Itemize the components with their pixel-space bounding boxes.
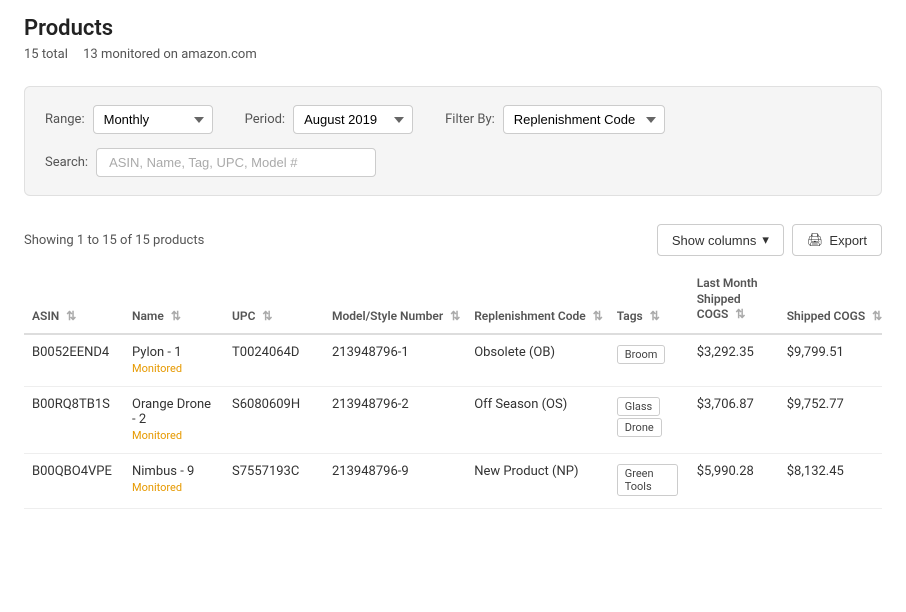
search-group: Search: <box>45 148 376 177</box>
filter-row-1: Range: Monthly Weekly Daily Period: Augu… <box>45 105 861 134</box>
cell-tags: Glass Drone <box>609 386 689 453</box>
export-label: Export <box>829 233 867 248</box>
sort-icon-last-month: ⇅ <box>735 307 743 323</box>
cell-replenishment: Obsolete (OB) <box>466 334 609 387</box>
table-row: B0052EEND4 Pylon - 1 Monitored T0024064D213… <box>24 334 882 387</box>
sort-icon-shipped-cogs: ⇅ <box>872 309 880 323</box>
page-subtitle: 15 total 13 monitored on amazon.com <box>24 47 882 62</box>
col-header-model[interactable]: Model/Style Number ⇅ <box>324 268 466 334</box>
showing-text: Showing 1 to 15 of 15 products <box>24 233 204 248</box>
tag-badge: Drone <box>617 418 662 437</box>
sort-icon-asin: ⇅ <box>66 309 74 323</box>
period-label: Period: <box>245 112 285 127</box>
chevron-down-icon: ▾ <box>762 232 769 248</box>
monitored-badge: Monitored <box>132 362 182 375</box>
monitored-badge: Monitored <box>132 429 182 442</box>
cell-tags: Broom <box>609 334 689 387</box>
col-header-tags[interactable]: Tags ⇅ <box>609 268 689 334</box>
table-row: B00QBO4VPE Nimbus - 9 Monitored S7557193C21… <box>24 453 882 508</box>
total-count: 15 total <box>24 47 68 62</box>
range-select[interactable]: Monthly Weekly Daily <box>93 105 213 134</box>
cell-name: Orange Drone - 2 Monitored <box>124 386 224 453</box>
tag-badge: Green Tools <box>617 464 678 496</box>
col-header-name[interactable]: Name ⇅ <box>124 268 224 334</box>
table-toolbar: Showing 1 to 15 of 15 products Show colu… <box>0 212 906 268</box>
toolbar-actions: Show columns ▾ 🖨 Export <box>657 224 882 256</box>
page-title: Products <box>24 16 882 41</box>
cell-model: 213948796-2 <box>324 386 466 453</box>
cell-shipped-cogs: $8,132.45 <box>779 453 882 508</box>
table-wrapper: ASIN ⇅ Name ⇅ UPC ⇅ Model/Style Number ⇅… <box>24 268 882 509</box>
sort-icon-tags: ⇅ <box>650 309 658 323</box>
sort-icon-upc: ⇅ <box>262 309 270 323</box>
table-row: B00RQ8TB1S Orange Drone - 2 Monitored S6080… <box>24 386 882 453</box>
monitored-count: 13 monitored on amazon.com <box>83 47 257 62</box>
product-name: Pylon - 1 <box>132 345 216 360</box>
sort-icon-name: ⇅ <box>171 309 179 323</box>
cell-asin: B00QBO4VPE <box>24 453 124 508</box>
export-button[interactable]: 🖨 Export <box>792 224 882 256</box>
cell-name: Nimbus - 9 Monitored <box>124 453 224 508</box>
cell-upc: S6080609H <box>224 386 324 453</box>
export-icon: 🖨 <box>807 232 824 248</box>
show-columns-button[interactable]: Show columns ▾ <box>657 224 784 256</box>
tag-badge: Broom <box>617 345 666 364</box>
tag-badge: Glass <box>617 397 661 416</box>
sort-icon-replenishment: ⇅ <box>593 309 601 323</box>
cell-last-month-cogs: $3,706.87 <box>689 386 779 453</box>
table-body: B0052EEND4Pylon - 1MonitoredT0024064D213… <box>24 334 882 509</box>
cell-name: Pylon - 1 Monitored <box>124 334 224 387</box>
col-header-asin[interactable]: ASIN ⇅ <box>24 268 124 334</box>
cell-tags: Green Tools <box>609 453 689 508</box>
filters-bar: Range: Monthly Weekly Daily Period: Augu… <box>24 86 882 196</box>
cell-shipped-cogs: $9,752.77 <box>779 386 882 453</box>
cell-replenishment: Off Season (OS) <box>466 386 609 453</box>
show-columns-label: Show columns <box>672 233 757 248</box>
cell-upc: T0024064D <box>224 334 324 387</box>
search-label: Search: <box>45 155 88 170</box>
search-input[interactable] <box>96 148 376 177</box>
cell-shipped-cogs: $9,799.51 <box>779 334 882 387</box>
cell-replenishment: New Product (NP) <box>466 453 609 508</box>
filter-by-group: Filter By: Replenishment Code Tag Name <box>445 105 665 134</box>
product-name: Nimbus - 9 <box>132 464 216 479</box>
cell-upc: S7557193C <box>224 453 324 508</box>
sort-icon-model: ⇅ <box>450 309 458 323</box>
cell-asin: B00RQ8TB1S <box>24 386 124 453</box>
period-filter-group: Period: August 2019 July 2019 June 2019 <box>245 105 413 134</box>
col-header-replenishment[interactable]: Replenishment Code ⇅ <box>466 268 609 334</box>
page-header: Products 15 total 13 monitored on amazon… <box>0 0 906 70</box>
filter-row-2: Search: <box>45 148 861 177</box>
monitored-badge: Monitored <box>132 481 182 494</box>
cell-last-month-cogs: $5,990.28 <box>689 453 779 508</box>
col-header-shipped-cogs[interactable]: Shipped COGS ⇅ <box>779 268 882 334</box>
range-filter-group: Range: Monthly Weekly Daily <box>45 105 213 134</box>
table-header-row: ASIN ⇅ Name ⇅ UPC ⇅ Model/Style Number ⇅… <box>24 268 882 334</box>
cell-model: 213948796-1 <box>324 334 466 387</box>
products-table: ASIN ⇅ Name ⇅ UPC ⇅ Model/Style Number ⇅… <box>24 268 882 509</box>
period-select[interactable]: August 2019 July 2019 June 2019 <box>293 105 413 134</box>
cell-last-month-cogs: $3,292.35 <box>689 334 779 387</box>
filter-by-label: Filter By: <box>445 112 495 127</box>
col-header-last-month[interactable]: Last Month Shipped COGS ⇅ <box>689 268 779 334</box>
col-header-upc[interactable]: UPC ⇅ <box>224 268 324 334</box>
cell-asin: B0052EEND4 <box>24 334 124 387</box>
cell-model: 213948796-9 <box>324 453 466 508</box>
range-label: Range: <box>45 112 85 127</box>
product-name: Orange Drone - 2 <box>132 397 216 427</box>
filter-by-select[interactable]: Replenishment Code Tag Name <box>503 105 665 134</box>
